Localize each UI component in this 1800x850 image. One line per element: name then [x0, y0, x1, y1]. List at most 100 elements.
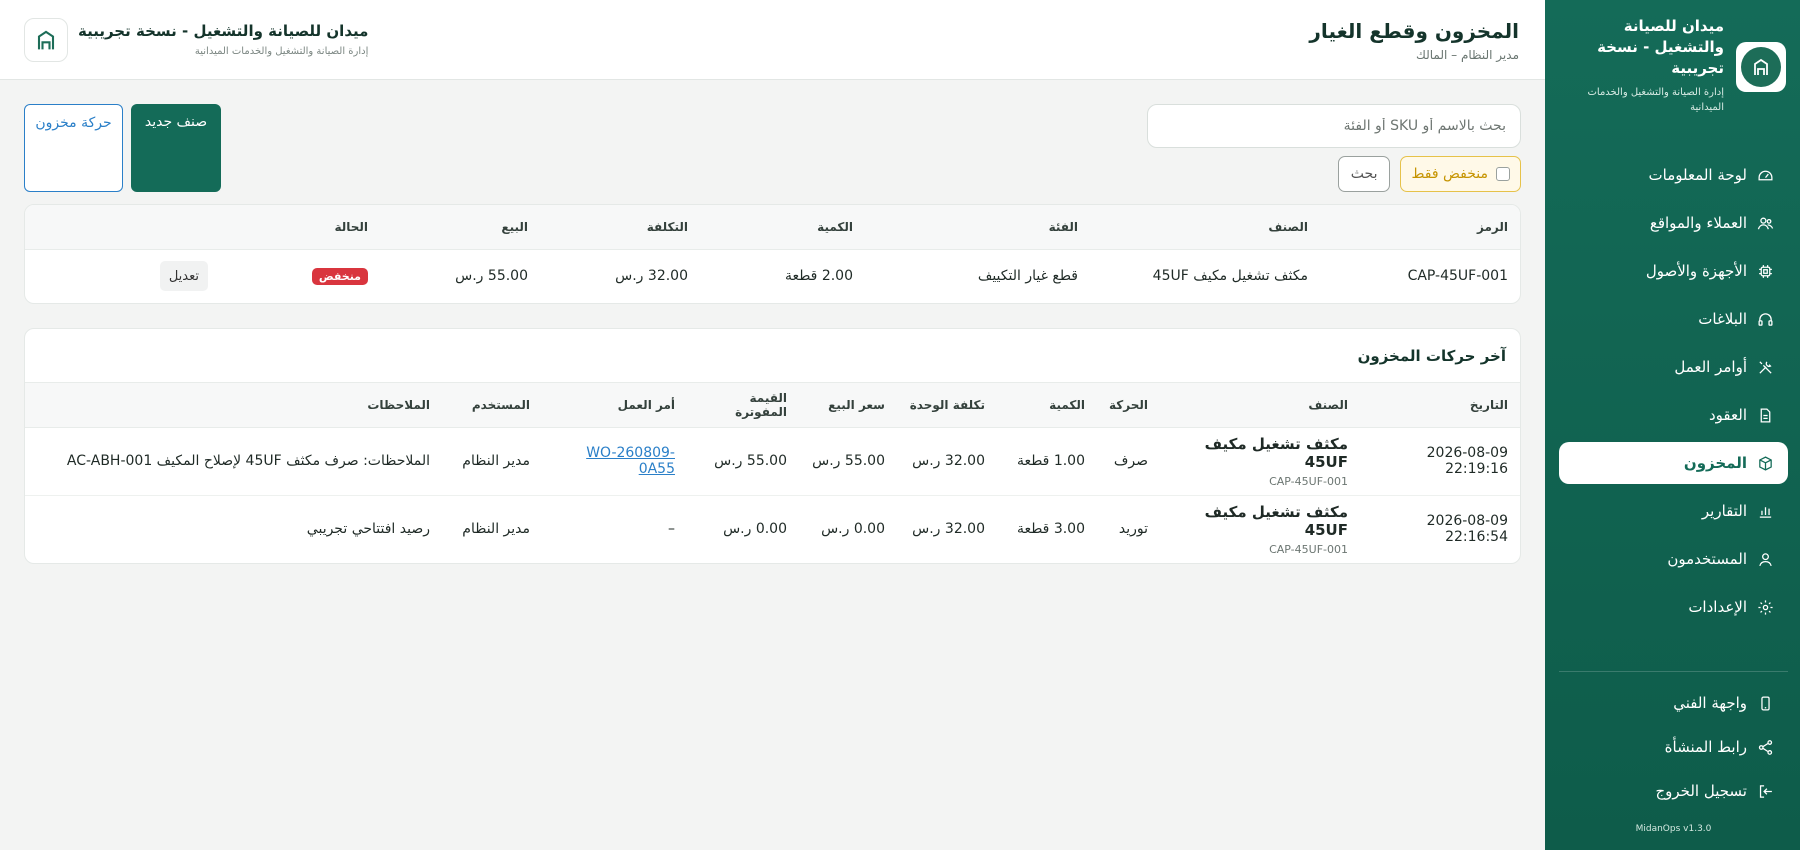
- gear-icon: [1758, 599, 1773, 615]
- sidebar-item-logout[interactable]: تسجيل الخروج: [1559, 770, 1788, 812]
- cell-unit-cost: 32.00 ر.س: [912, 521, 985, 538]
- sidebar-item-tickets[interactable]: البلاغات: [1559, 298, 1788, 340]
- sidebar-item-users[interactable]: المستخدمون: [1559, 538, 1788, 580]
- cell-item: مكثف تشغيل مكيف 45UF CAP-45UF-001: [1160, 427, 1360, 496]
- org-info: ميدان للصيانة والتشغيل - نسخة تجريبية إد…: [24, 17, 369, 62]
- table-row: 2026-08-09 22:19:16 مكثف تشغيل مكيف 45UF…: [25, 427, 1520, 496]
- sidebar-item-label: تسجيل الخروج: [1655, 782, 1747, 800]
- sidebar-item-label: العملاء والمواقع: [1649, 214, 1747, 232]
- item-code: CAP-45UF-001: [1269, 542, 1348, 556]
- sidebar-item-contracts[interactable]: العقود: [1559, 394, 1788, 436]
- col-status: الحالة: [220, 205, 380, 250]
- search-button[interactable]: بحث: [1337, 156, 1391, 192]
- cell-date: 2026-08-09 22:16:54: [1426, 513, 1508, 546]
- low-stock-label: منخفض فقط: [1411, 166, 1488, 182]
- cell-qty: 2.00 قطعة: [784, 268, 853, 285]
- col-user: المستخدم: [442, 383, 542, 428]
- cell-unit-cost: 32.00 ر.س: [897, 427, 997, 496]
- main-content: المخزون وقطع الغيار مدير النظام – المالك…: [0, 0, 1545, 850]
- org-logo: [24, 17, 68, 62]
- sidebar-item-label: البلاغات: [1698, 310, 1747, 328]
- col-type: الحركة: [1097, 383, 1160, 428]
- cell-item: مكثف تشغيل مكيف 45UF CAP-45UF-001: [1160, 495, 1360, 563]
- new-item-button[interactable]: صنف جديد: [131, 104, 221, 192]
- item-name: مكثف تشغيل مكيف 45UF: [1204, 502, 1348, 539]
- cell-item: مكثف تشغيل مكيف 45UF: [1152, 268, 1308, 285]
- col-code: الرمز: [1320, 205, 1520, 250]
- brand-logo: [1736, 42, 1786, 92]
- table-header-row: التاريخ الصنف الحركة الكمية تكلفة الوحدة…: [25, 383, 1520, 428]
- cell-category: قطع غيار التكييف: [977, 268, 1078, 285]
- table-header-row: الرمز الصنف الفئة الكمية التكلفة البيع ا…: [25, 205, 1520, 250]
- sidebar-item-label: الأجهزة والأصول: [1645, 262, 1747, 280]
- sidebar-item-settings[interactable]: الإعدادات: [1559, 586, 1788, 628]
- app-version: MidanOps v1.3.0: [1635, 824, 1712, 834]
- sidebar-brand: ميدان للصيانة والتشغيل - نسخة تجريبية إد…: [1545, 0, 1800, 120]
- cell-type: صرف: [1097, 427, 1160, 496]
- cell-notes: رصيد افتتاحي تجريبي: [306, 521, 430, 538]
- sidebar-item-inventory[interactable]: المخزون: [1559, 442, 1788, 484]
- page-title: المخزون وقطع الغيار: [1309, 18, 1519, 43]
- brand-subtitle: إدارة الصيانة والتشغيل والخدمات الميداني…: [1587, 87, 1724, 113]
- logout-icon: [1759, 784, 1772, 798]
- col-item: الصنف: [1160, 383, 1360, 428]
- sidebar-item-label: المخزون: [1683, 454, 1747, 472]
- search-input[interactable]: [1147, 104, 1521, 148]
- page-subtitle: مدير النظام – المالك: [1415, 47, 1519, 62]
- sidebar-item-label: الإعدادات: [1688, 598, 1747, 616]
- work-order-link[interactable]: WO-260809-0A55: [586, 445, 675, 477]
- bar-chart-icon: [1759, 506, 1772, 518]
- building-icon: [1754, 58, 1768, 75]
- cell-work-order: WO-260809-0A55: [542, 427, 687, 496]
- sidebar-item-reports[interactable]: التقارير: [1559, 490, 1788, 532]
- item-code: CAP-45UF-001: [1269, 474, 1348, 488]
- cell-sale-price: 0.00 ر.س: [821, 521, 885, 538]
- sidebar-item-work-orders[interactable]: أوامر العمل: [1559, 346, 1788, 388]
- cell-user: مدير النظام: [462, 521, 530, 538]
- topbar: المخزون وقطع الغيار مدير النظام – المالك…: [0, 0, 1545, 80]
- status-badge: منخفض: [311, 267, 368, 285]
- document-icon: [1760, 407, 1771, 423]
- sidebar-item-assets[interactable]: الأجهزة والأصول: [1559, 250, 1788, 292]
- sidebar-item-customers[interactable]: العملاء والمواقع: [1559, 202, 1788, 244]
- sidebar-item-dashboard[interactable]: لوحة المعلومات: [1559, 154, 1788, 196]
- building-icon: [37, 30, 55, 49]
- col-unit-cost: تكلفة الوحدة: [897, 383, 997, 428]
- col-billed: القيمة المفوترة: [687, 383, 799, 428]
- sidebar-item-label: أوامر العمل: [1674, 358, 1747, 376]
- sidebar: ميدان للصيانة والتشغيل - نسخة تجريبية إد…: [1545, 0, 1800, 850]
- movements-table: التاريخ الصنف الحركة الكمية تكلفة الوحدة…: [25, 383, 1520, 563]
- cell-notes: الملاحظات: صرف مكثف 45UF لإصلاح المكيف A…: [25, 427, 442, 496]
- cell-status: منخفض: [220, 249, 380, 303]
- col-notes: الملاحظات: [25, 383, 442, 428]
- low-stock-checkbox[interactable]: [1496, 167, 1510, 181]
- users-icon: [1757, 217, 1774, 229]
- box-icon: [1759, 455, 1772, 471]
- sidebar-item-label: واجهة الفني: [1673, 694, 1747, 712]
- col-date: التاريخ: [1360, 383, 1520, 428]
- inventory-table: الرمز الصنف الفئة الكمية التكلفة البيع ا…: [25, 205, 1520, 303]
- col-sale-price: سعر البيع: [799, 383, 897, 428]
- headset-icon: [1758, 312, 1773, 326]
- sidebar-item-share-link[interactable]: رابط المنشأة: [1559, 726, 1788, 768]
- cell-cost: 32.00 ر.س: [615, 268, 688, 285]
- sidebar-divider: [1559, 671, 1788, 672]
- edit-button[interactable]: تعديل: [159, 261, 208, 292]
- inventory-toolbar: منخفض فقط بحث صنف جديد حركة مخزون: [24, 104, 1521, 204]
- sidebar-nav: لوحة المعلومات العملاء والمواقع الأجهزة …: [1545, 154, 1800, 634]
- low-stock-filter[interactable]: منخفض فقط: [1400, 156, 1521, 192]
- movements-card: آخر حركات المخزون التاريخ الصنف الحركة ا…: [24, 328, 1521, 564]
- col-cost: التكلفة: [540, 205, 700, 250]
- cell-work-order: –: [668, 521, 675, 538]
- sidebar-item-technician[interactable]: واجهة الفني: [1559, 682, 1788, 724]
- cell-price: 55.00 ر.س: [455, 268, 528, 285]
- org-subtitle: إدارة الصيانة والتشغيل والخدمات الميداني…: [194, 46, 369, 57]
- mobile-icon: [1761, 695, 1770, 711]
- sidebar-item-label: المستخدمون: [1667, 550, 1747, 568]
- cell-type: توريد: [1118, 521, 1148, 538]
- cell-qty: 3.00 قطعة: [1016, 521, 1085, 538]
- cell-actions: تعديل: [25, 249, 220, 303]
- table-row: CAP-45UF-001 مكثف تشغيل مكيف 45UF قطع غي…: [25, 249, 1520, 303]
- col-qty: الكمية: [997, 383, 1097, 428]
- stock-movement-button[interactable]: حركة مخزون: [24, 104, 123, 192]
